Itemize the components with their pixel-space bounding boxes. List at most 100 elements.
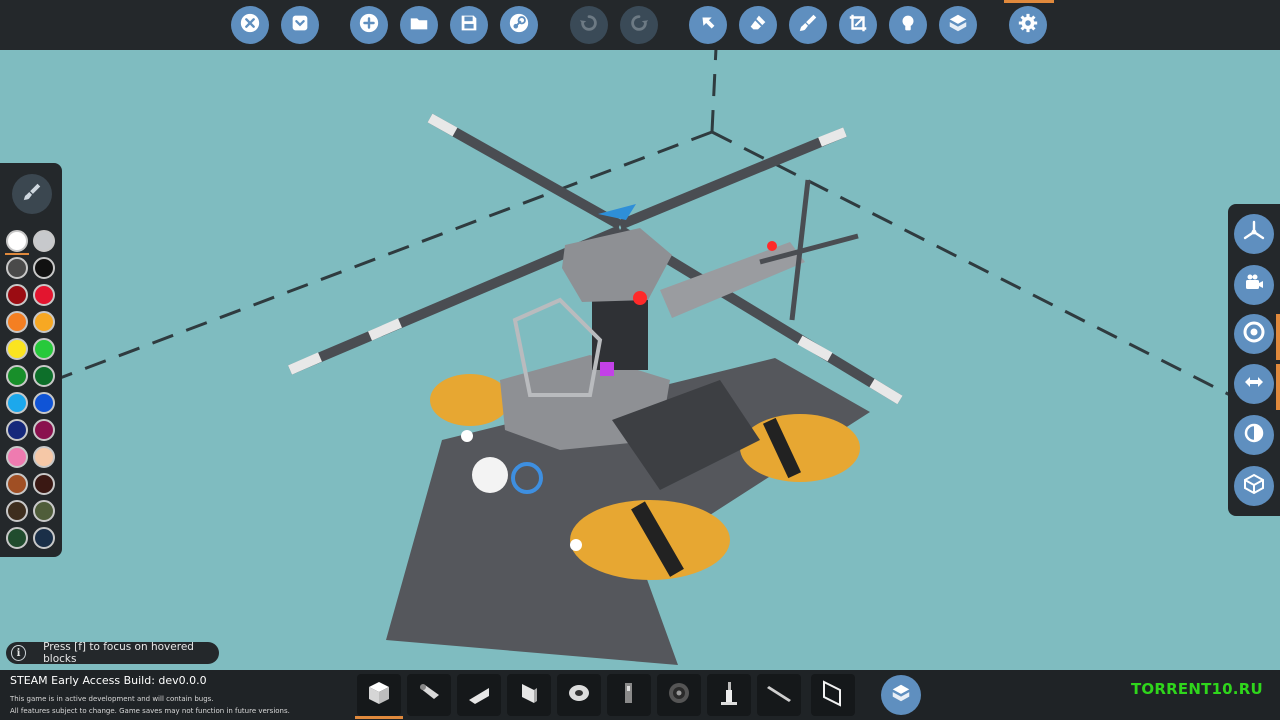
build-note-1: This game is in active development and w…	[10, 695, 214, 703]
half-circle-icon	[1242, 421, 1266, 449]
block-icon	[364, 678, 394, 712]
camera-icon	[1242, 271, 1266, 299]
new-icon	[358, 12, 380, 38]
undo-button[interactable]	[570, 6, 608, 44]
color-swatch[interactable]	[33, 230, 55, 252]
camera-tool-button[interactable]	[1234, 265, 1274, 305]
hotbar-slot-pipe[interactable]	[407, 674, 451, 716]
transform-tool-button[interactable]	[839, 6, 877, 44]
right-panel-indicator-2	[1276, 364, 1280, 410]
color-swatch[interactable]	[33, 500, 55, 522]
physics-tool-button[interactable]	[1234, 415, 1274, 455]
color-swatch[interactable]	[6, 527, 28, 549]
selected-swatch-indicator	[5, 253, 29, 255]
redo-button[interactable]	[620, 6, 658, 44]
pipe-icon	[414, 678, 444, 712]
folder-icon	[408, 12, 430, 38]
select-tool-button[interactable]	[689, 6, 727, 44]
color-swatch[interactable]	[6, 392, 28, 414]
right-panel-indicator-1	[1276, 314, 1280, 360]
hotbar-slot-wedge[interactable]	[457, 674, 501, 716]
panel-icon	[514, 678, 544, 712]
hotbar-slot-block[interactable]	[357, 674, 401, 716]
cubes-icon	[947, 12, 969, 38]
new-vehicle-button[interactable]	[350, 6, 388, 44]
close-button[interactable]	[231, 6, 269, 44]
crop-icon	[847, 12, 869, 38]
selected-slot-indicator	[355, 716, 403, 719]
inventory-button[interactable]	[881, 675, 921, 715]
seat-icon	[614, 678, 644, 712]
hint-text: Press [f] to focus on hovered blocks	[43, 641, 194, 665]
focus-hint: i Press [f] to focus on hovered blocks	[6, 641, 219, 665]
color-swatch[interactable]	[33, 473, 55, 495]
redo-icon	[628, 12, 650, 38]
save-icon	[458, 12, 480, 38]
settings-button[interactable]	[1009, 6, 1047, 44]
robot-arm-icon	[714, 678, 744, 712]
color-swatch[interactable]	[33, 338, 55, 360]
build-viewport[interactable]	[0, 0, 1280, 720]
build-title: STEAM Early Access Build: dev0.0.0	[10, 674, 207, 687]
save-button[interactable]	[450, 6, 488, 44]
color-swatch[interactable]	[6, 500, 28, 522]
color-swatch[interactable]	[6, 446, 28, 468]
propeller-icon	[1242, 220, 1266, 248]
target-icon	[1242, 320, 1266, 348]
hotbar-slot-seat[interactable]	[607, 674, 651, 716]
color-swatch[interactable]	[6, 311, 28, 333]
hotbar-slot-robot-arm[interactable]	[707, 674, 751, 716]
logic-tool-button[interactable]	[1234, 364, 1274, 404]
color-swatch[interactable]	[33, 446, 55, 468]
color-swatch[interactable]	[33, 392, 55, 414]
color-swatch[interactable]	[33, 257, 55, 279]
hotbar-slot-panel[interactable]	[507, 674, 551, 716]
paint-brush-icon	[21, 181, 43, 207]
top-toolbar	[0, 0, 1280, 50]
hotbar-slot-wheel[interactable]	[557, 674, 601, 716]
shirt-icon	[289, 12, 311, 38]
box-icon	[1242, 472, 1266, 500]
color-swatch[interactable]	[33, 527, 55, 549]
color-swatch[interactable]	[6, 419, 28, 441]
hotbar-slot-tire[interactable]	[657, 674, 701, 716]
cubes-icon	[890, 682, 912, 708]
hotbar-slot-rod[interactable]	[757, 674, 801, 716]
wheel-icon	[564, 678, 594, 712]
glass-icon	[818, 678, 848, 712]
vehicle-info-button[interactable]	[281, 6, 319, 44]
hotbar-slot-glass[interactable]	[811, 674, 855, 716]
color-swatch[interactable]	[33, 419, 55, 441]
watermark: TORRENT10.RU	[1131, 680, 1263, 698]
color-swatch[interactable]	[6, 284, 28, 306]
lighting-button[interactable]	[889, 6, 927, 44]
target-tool-button[interactable]	[1234, 314, 1274, 354]
color-swatch[interactable]	[33, 284, 55, 306]
build-note-2: All features subject to change. Game sav…	[10, 707, 290, 715]
steam-icon	[508, 12, 530, 38]
rotor-tool-button[interactable]	[1234, 214, 1274, 254]
wedge-icon	[464, 678, 494, 712]
eraser-icon	[747, 12, 769, 38]
color-swatch[interactable]	[33, 311, 55, 333]
eraser-tool-button[interactable]	[739, 6, 777, 44]
paint-tool-button[interactable]	[789, 6, 827, 44]
bottom-bar: STEAM Early Access Build: dev0.0.0 This …	[0, 670, 1280, 720]
color-swatch[interactable]	[6, 257, 28, 279]
paint-icon	[797, 12, 819, 38]
steam-workshop-button[interactable]	[500, 6, 538, 44]
info-icon: i	[11, 645, 27, 661]
color-swatch[interactable]	[6, 473, 28, 495]
color-swatch[interactable]	[6, 230, 28, 252]
components-button[interactable]	[939, 6, 977, 44]
load-button[interactable]	[400, 6, 438, 44]
bounds-tool-button[interactable]	[1234, 466, 1274, 506]
close-icon	[239, 12, 261, 38]
paint-tool-toggle[interactable]	[12, 174, 52, 214]
build-info: STEAM Early Access Build: dev0.0.0 This …	[10, 674, 290, 717]
color-swatch[interactable]	[6, 365, 28, 387]
transfer-arrows-icon	[1242, 370, 1266, 398]
settings-active-indicator	[1004, 0, 1054, 3]
color-swatch[interactable]	[33, 365, 55, 387]
color-swatch[interactable]	[6, 338, 28, 360]
